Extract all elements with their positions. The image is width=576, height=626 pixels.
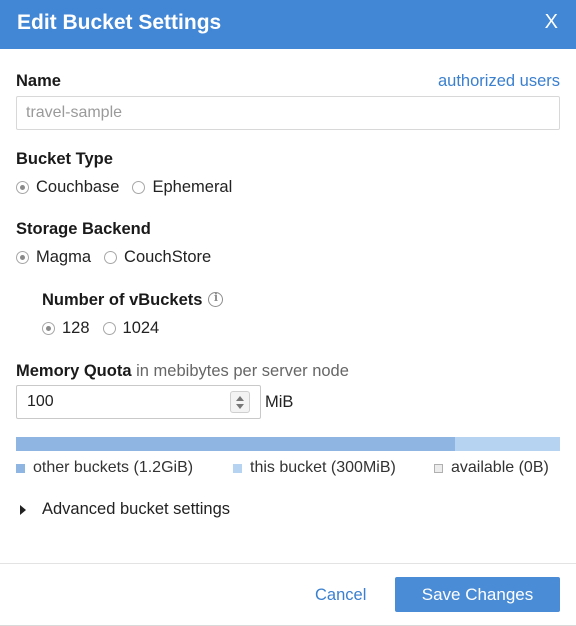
- legend-swatch: [434, 463, 443, 473]
- radio-icon[interactable]: [102, 322, 116, 335]
- radio-label: CouchStore: [124, 248, 212, 266]
- bucket-type-label: Bucket Type: [16, 150, 113, 168]
- legend-label: available (0B): [451, 459, 549, 476]
- radio-icon[interactable]: [16, 251, 29, 264]
- info-icon[interactable]: [208, 291, 224, 307]
- memory-usage-bar: [16, 437, 560, 451]
- close-button[interactable]: X: [545, 11, 558, 34]
- dialog-header: Edit Bucket Settings X: [0, 0, 576, 49]
- legend-label: other buckets (1.2GiB): [33, 459, 194, 476]
- legend-label: this bucket (300MiB): [250, 459, 396, 476]
- number-stepper-icon[interactable]: [230, 391, 250, 413]
- radio-label: Ephemeral: [152, 178, 233, 196]
- edit-bucket-dialog: Edit Bucket Settings X Name authorized u…: [0, 0, 576, 626]
- storage-backend-options: Magma CouchStore: [16, 248, 224, 267]
- vbuckets-128[interactable]: 128: [42, 319, 90, 338]
- memory-quota-label-text: Memory Quota: [16, 362, 132, 380]
- storage-backend-label: Storage Backend: [16, 220, 151, 238]
- radio-icon[interactable]: [16, 181, 29, 194]
- save-changes-button[interactable]: Save Changes: [395, 577, 560, 612]
- authorized-users-link[interactable]: authorized users: [438, 72, 560, 91]
- memory-quota-label: Memory Quota in mebibytes per server nod…: [16, 362, 349, 381]
- legend-this-bucket: this bucket (300MiB): [233, 459, 396, 477]
- advanced-settings-toggle[interactable]: Advanced bucket settings: [20, 500, 230, 519]
- vbuckets-1024[interactable]: 1024: [102, 319, 160, 338]
- radio-icon[interactable]: [104, 251, 118, 264]
- footer-divider: [0, 563, 576, 564]
- dialog-title: Edit Bucket Settings: [17, 11, 222, 34]
- bucket-type-options: Couchbase Ephemeral: [16, 178, 245, 197]
- storage-backend-couchstore[interactable]: CouchStore: [104, 248, 211, 267]
- bucket-type-couchbase[interactable]: Couchbase: [16, 178, 119, 197]
- other-buckets-bar-segment: [16, 437, 455, 451]
- memory-usage-legend: other buckets (1.2GiB) this bucket (300M…: [16, 459, 560, 479]
- bucket-name-input[interactable]: [16, 96, 560, 130]
- legend-swatch: [233, 463, 242, 473]
- cancel-button[interactable]: Cancel: [315, 586, 366, 605]
- vbuckets-label: Number of vBuckets: [42, 291, 224, 310]
- radio-icon[interactable]: [132, 181, 146, 194]
- radio-label: 1024: [122, 319, 160, 337]
- memory-unit-label: MiB: [265, 393, 294, 411]
- legend-other-buckets: other buckets (1.2GiB): [16, 459, 193, 477]
- bucket-type-ephemeral[interactable]: Ephemeral: [132, 178, 232, 197]
- legend-available: available (0B): [434, 459, 549, 477]
- radio-label: 128: [62, 319, 90, 337]
- vbuckets-options: 128 1024: [42, 319, 172, 338]
- radio-label: Couchbase: [36, 178, 120, 196]
- memory-quota-hint: in mebibytes per server node: [136, 362, 349, 380]
- vbuckets-label-text: Number of vBuckets: [42, 291, 203, 309]
- memory-quota-input[interactable]: [16, 385, 261, 419]
- storage-backend-magma[interactable]: Magma: [16, 248, 91, 267]
- name-label: Name: [16, 72, 61, 90]
- legend-swatch: [16, 463, 25, 473]
- advanced-settings-label: Advanced bucket settings: [42, 500, 231, 518]
- radio-label: Magma: [36, 248, 92, 266]
- radio-icon[interactable]: [42, 322, 55, 335]
- caret-right-icon[interactable]: [20, 504, 26, 515]
